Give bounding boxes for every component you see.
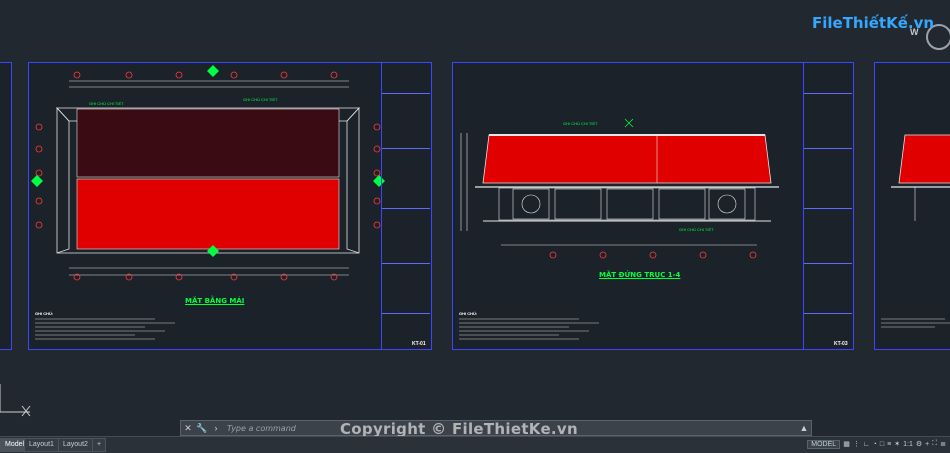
- sheet2-title-block: KT-03: [803, 63, 852, 349]
- roof-plan-drawing: GHI CHÚ CHI TIẾT GHI CHÚ CHI TIẾT: [31, 65, 385, 281]
- wrench-icon[interactable]: 🔧: [195, 421, 209, 435]
- grid-icon[interactable]: ▦: [843, 440, 850, 448]
- sheet1-id: KT-01: [412, 341, 426, 347]
- ucs-icon: [0, 384, 31, 417]
- status-tools: MODEL ▦ ⋮ ∟ ◔ □ ≡ ✶ 1:1 ⚙ + ⛶ ≣: [807, 438, 946, 450]
- snap-icon[interactable]: ⋮: [853, 440, 860, 448]
- sheet-roof-plan: GHI CHÚ CHI TIẾT GHI CHÚ CHI TIẾT MẶT BẰ…: [28, 62, 432, 350]
- lineweight-icon[interactable]: ≡: [887, 441, 891, 448]
- svg-text:GHI CHÚ CHI TIẾT: GHI CHÚ CHI TIẾT: [679, 227, 714, 232]
- elevation-partial-drawing: [881, 134, 950, 328]
- menu-icon[interactable]: ≣: [940, 440, 946, 448]
- chevron-up-icon[interactable]: ▲: [797, 421, 811, 435]
- sheet2-notes-heading: GHI CHÚ:: [459, 311, 478, 316]
- gear-icon[interactable]: ⚙: [916, 440, 922, 448]
- chevron-icon[interactable]: ›: [209, 421, 223, 435]
- filethietke-logo: FileThiếtKế.vn: [812, 14, 935, 32]
- add-layout-button[interactable]: +: [92, 438, 107, 452]
- sheet2-title: MẶT ĐỨNG TRỤC 1-4: [599, 271, 681, 279]
- sheet-left-partial: [0, 62, 12, 350]
- sheet-elevation: GHI CHÚ CHI TIẾT GHI CHÚ CHI TIẾT MẶT ĐỨ…: [452, 62, 854, 350]
- ortho-icon[interactable]: ∟: [863, 441, 870, 448]
- osnap-icon[interactable]: □: [880, 441, 884, 448]
- polar-icon[interactable]: ◔: [873, 441, 877, 448]
- svg-text:GHI CHÚ CHI TIẾT: GHI CHÚ CHI TIẾT: [89, 101, 124, 106]
- svg-text:GHI CHÚ CHI TIẾT: GHI CHÚ CHI TIẾT: [563, 121, 598, 126]
- sheet1-notes-lines: [35, 318, 175, 340]
- annotation-icon[interactable]: ✶: [894, 440, 900, 448]
- sheet2-id: KT-03: [834, 341, 848, 347]
- tab-layout2[interactable]: Layout2: [58, 438, 93, 452]
- sheet2-notes-lines: [459, 318, 599, 340]
- sheet1-title: MẶT BẰNG MÁI: [185, 297, 245, 305]
- fullscreen-icon[interactable]: ⛶: [932, 440, 937, 448]
- model-space-toggle[interactable]: MODEL: [807, 439, 841, 449]
- command-input[interactable]: Type a command: [223, 424, 797, 433]
- close-icon[interactable]: ✕: [181, 421, 195, 435]
- sheet1-title-block: KT-01: [381, 63, 430, 349]
- drawing-canvas[interactable]: GHI CHÚ CHI TIẾT GHI CHÚ CHI TIẾT MẶT BẰ…: [0, 0, 950, 418]
- sheet-right-partial: [874, 62, 950, 350]
- annotation-scale[interactable]: 1:1: [903, 441, 913, 448]
- svg-text:GHI CHÚ CHI TIẾT: GHI CHÚ CHI TIẾT: [243, 97, 278, 102]
- plus-icon[interactable]: +: [925, 441, 929, 448]
- tab-layout1[interactable]: Layout1: [24, 438, 59, 452]
- sheet1-notes-heading: GHI CHÚ:: [35, 311, 54, 316]
- elevation-drawing: GHI CHÚ CHI TIẾT GHI CHÚ CHI TIẾT: [460, 118, 779, 259]
- command-line[interactable]: ✕ 🔧 › Type a command ▲: [180, 420, 812, 436]
